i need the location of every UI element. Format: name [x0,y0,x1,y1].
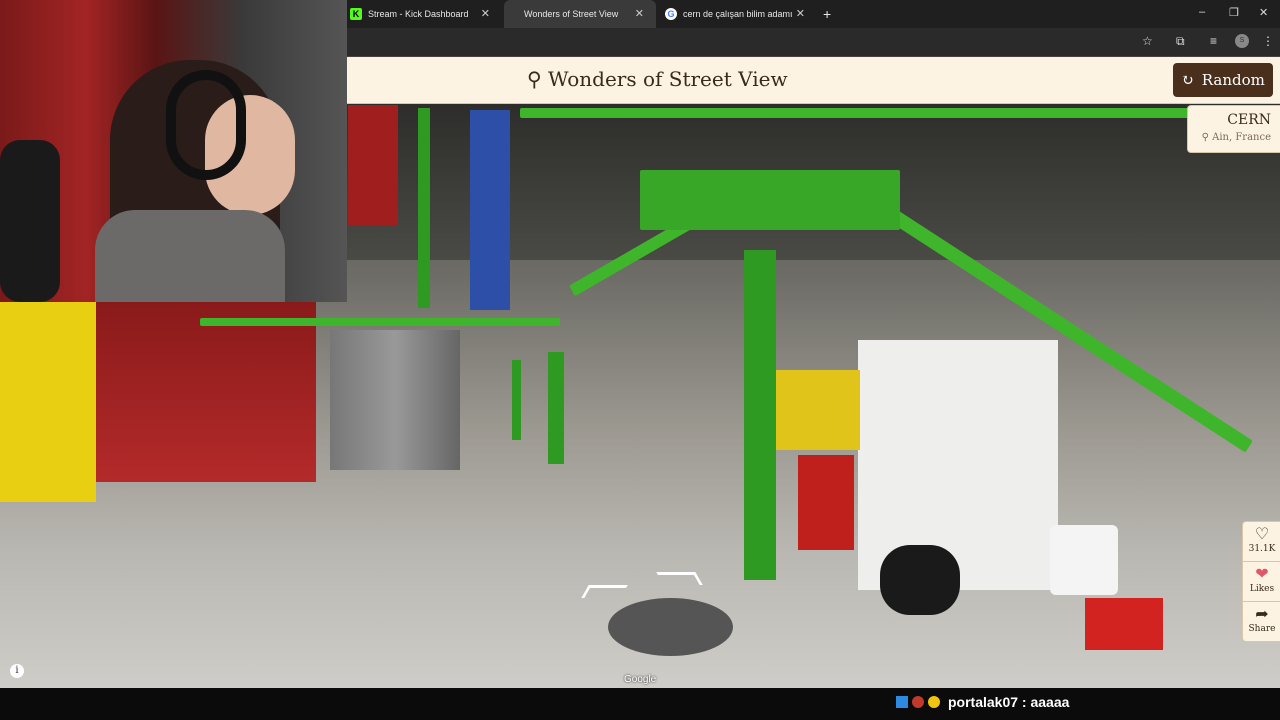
address-bar[interactable] [347,28,1280,56]
red-machinery [96,302,316,482]
stream-bottom-bar: portalak07 : aaaaa [0,688,1280,720]
chair [0,140,60,302]
machine-blue-panel [470,110,510,310]
chat-message: portalak07 : aaaaa [948,694,1070,710]
badge-icon [896,696,908,708]
site-header: ⚲ Wonders of Street View ↻ Random [347,57,1280,104]
refresh-icon: ↻ [1181,71,1194,89]
tab-wonders-of-street-view[interactable]: Wonders of Street View ✕ [504,0,656,28]
tab-google-search[interactable]: G cern de çalışan bilim adamı - G ✕ [665,0,817,28]
tab-label: Stream - Kick Dashboard [368,9,469,19]
google-icon: G [665,8,677,20]
side-actions: ♡ 31.1K ❤ Likes ➦ Share [1242,521,1280,642]
page-title-text: Wonders of Street View [548,67,788,91]
red-trolley [798,455,854,550]
kick-icon: K [350,8,362,20]
media-control-icon[interactable]: ≡ [1210,34,1217,48]
pin-icon: ⚲ [1201,132,1209,143]
green-pillar [512,360,521,440]
navigation-arrow[interactable] [656,572,703,585]
window-close-button[interactable]: ✕ [1259,6,1268,19]
yellow-machine [0,302,96,502]
likes-list-button[interactable]: ❤ Likes [1243,562,1280,602]
white-canister [1050,525,1118,595]
share-icon: ➦ [1255,604,1269,623]
green-pillar [548,352,564,464]
red-bucket [1085,598,1163,650]
streamer-shirt [95,210,285,302]
headphones [166,70,246,180]
bookmark-star-icon[interactable]: ☆ [1142,34,1153,48]
navigation-arrow[interactable] [581,585,628,598]
profile-avatar[interactable]: S [1235,34,1249,48]
google-watermark: Google [624,674,657,685]
tab-kick-dashboard[interactable]: K Stream - Kick Dashboard ✕ [350,0,502,28]
random-button[interactable]: ↻ Random [1173,63,1273,97]
minimize-button[interactable]: – [1199,6,1205,18]
new-tab-button[interactable]: + [823,0,835,28]
tab-bar: K Stream - Kick Dashboard ✕ Wonders of S… [347,0,1280,28]
heart-outline-icon: ♡ [1254,524,1270,543]
share-label: Share [1248,624,1276,634]
green-beam [640,170,900,230]
green-beam [200,318,560,326]
random-button-label: Random [1201,71,1265,89]
machine-red-panel [348,105,398,225]
likes-label: Likes [1249,584,1275,594]
white-cabinet [858,340,1058,590]
info-icon[interactable]: i [10,664,24,678]
webcam-overlay [0,0,347,302]
location-region: ⚲ Ain, France [1202,132,1271,143]
yellow-forklift [775,370,860,450]
location-name: CERN [1227,112,1271,128]
menu-kebab-icon[interactable]: ⋮ [1262,34,1274,48]
green-pillar [418,108,430,308]
close-tab-icon[interactable]: ✕ [481,7,490,20]
tab-label: Wonders of Street View [524,9,619,19]
share-button[interactable]: ➦ Share [1243,602,1280,641]
location-card: CERN ⚲ Ain, France [1187,105,1280,153]
close-tab-icon[interactable]: ✕ [796,7,805,20]
likes-count: 31.1K [1248,544,1276,554]
page-title[interactable]: ⚲ Wonders of Street View [527,67,788,91]
green-beam [520,108,1280,118]
like-button[interactable]: ♡ 31.1K [1243,522,1280,562]
green-pillar [744,250,776,580]
black-bag [880,545,960,615]
badge-icon [928,696,940,708]
cable-racks [330,330,460,470]
manhole-cover [608,598,733,656]
pin-icon: ⚲ [527,67,542,91]
location-region-text: Ain, France [1212,132,1271,143]
tab-label: cern de çalışan bilim adamı - G [683,9,795,19]
extensions-icon[interactable]: ⧉ [1176,34,1185,49]
close-tab-icon[interactable]: ✕ [635,7,644,20]
hearts-icon: ❤ [1255,564,1269,583]
restore-button[interactable]: ❐ [1229,6,1239,19]
badge-icon [912,696,924,708]
